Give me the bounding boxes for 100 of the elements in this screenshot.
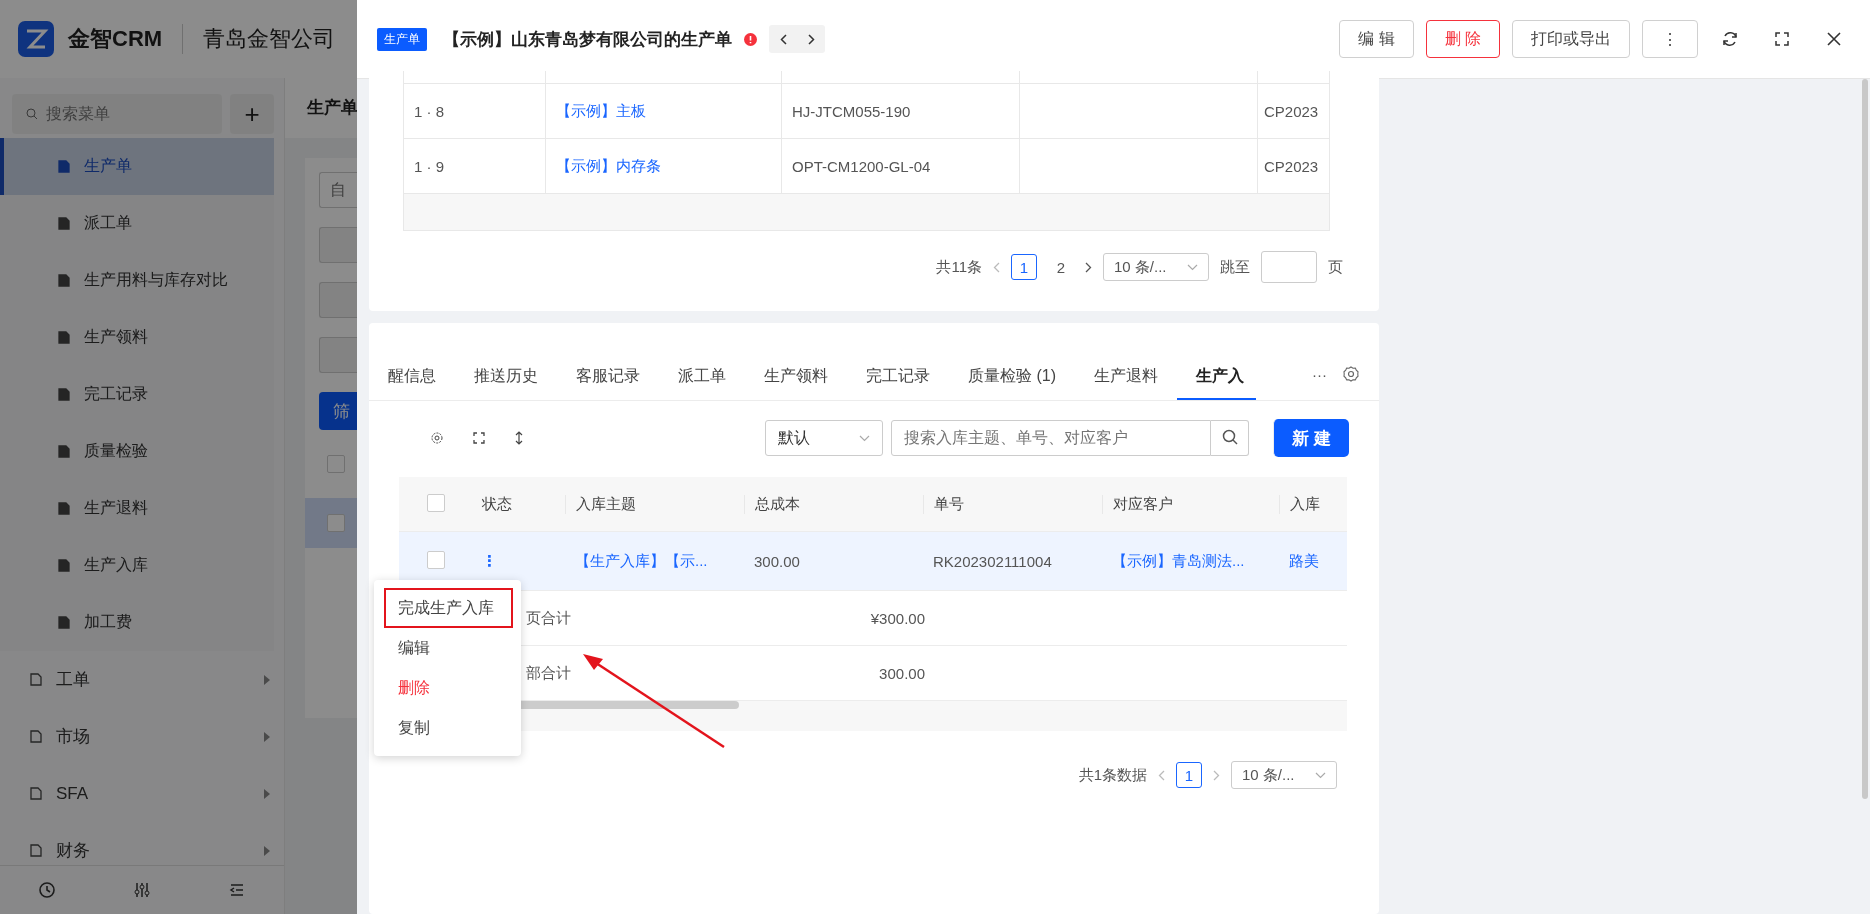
checkbox[interactable] bbox=[427, 493, 445, 512]
table-cell-text: CP2023 bbox=[1263, 101, 1320, 122]
column-header: 单号 bbox=[923, 494, 1102, 514]
page-button[interactable]: 1 bbox=[1011, 254, 1037, 280]
summary-value: 300.00 bbox=[878, 664, 925, 682]
table-cell: OPT-CM1200-GL-04 bbox=[782, 139, 1020, 193]
table-cell: 1 · 9 bbox=[404, 139, 546, 193]
table-cell[interactable]: 【示例】主板 bbox=[546, 84, 782, 138]
drawer-title: 【示例】山东青岛梦有限公司的生产单 bbox=[443, 28, 732, 51]
summary-value: ¥300.00 bbox=[869, 609, 925, 627]
page-jump-field[interactable] bbox=[1261, 251, 1317, 283]
tab[interactable]: 生产入 bbox=[1177, 356, 1256, 400]
page-button[interactable]: 2 bbox=[1048, 254, 1074, 280]
search-icon bbox=[1221, 428, 1238, 445]
action-button[interactable]: 编 辑 bbox=[1339, 20, 1414, 58]
tab[interactable]: 质量检验 (1) bbox=[949, 356, 1075, 400]
chevron-right-icon bbox=[807, 33, 815, 45]
refresh-icon bbox=[1722, 31, 1738, 47]
fullscreen-icon bbox=[1774, 31, 1790, 47]
tab[interactable]: 生产退料 bbox=[1075, 356, 1177, 400]
chevron-down-icon bbox=[859, 434, 870, 442]
document-icon bbox=[58, 388, 70, 401]
table-cell[interactable]: 路美 bbox=[1279, 551, 1327, 571]
close-icon bbox=[1826, 31, 1842, 47]
total-count: 共1条数据 bbox=[1078, 765, 1147, 785]
document-icon bbox=[58, 217, 70, 230]
filter-field[interactable] bbox=[319, 337, 357, 373]
action-button[interactable]: 打印或导出 bbox=[1512, 20, 1630, 58]
caret-icon bbox=[264, 845, 270, 856]
chevron-down-icon bbox=[1315, 771, 1326, 779]
caret-icon bbox=[264, 674, 270, 685]
settings-icon bbox=[1343, 366, 1359, 382]
table-cell[interactable]: 【示例】青岛测法... bbox=[1102, 551, 1279, 571]
page-suffix: 页 bbox=[1328, 257, 1343, 277]
add-button[interactable]: + bbox=[230, 94, 274, 134]
page-button[interactable]: 1 bbox=[1176, 762, 1202, 788]
sliders-icon bbox=[133, 881, 151, 899]
menu-item[interactable]: 生产单 bbox=[0, 138, 274, 195]
menu-item[interactable]: 工单 bbox=[0, 651, 284, 708]
chevron-left-icon bbox=[993, 261, 1000, 273]
total-count: 共11条 bbox=[936, 257, 982, 277]
menu-item[interactable]: 复制 bbox=[374, 708, 521, 748]
menu-item[interactable]: SFA bbox=[0, 765, 284, 822]
menu-item[interactable]: 编辑 bbox=[374, 628, 521, 668]
chevron-right-icon bbox=[1085, 261, 1092, 273]
search-input[interactable]: 搜索菜单 bbox=[44, 104, 198, 124]
menu-item[interactable]: 删除 bbox=[374, 668, 521, 708]
list-row[interactable] bbox=[305, 498, 357, 548]
new-button[interactable]: 新 建 bbox=[1273, 419, 1349, 457]
checkbox[interactable] bbox=[427, 550, 445, 569]
history-icon bbox=[38, 881, 57, 899]
collapse-menu-icon bbox=[227, 881, 246, 899]
scrollbar-thumb[interactable] bbox=[1862, 79, 1868, 799]
tab[interactable]: 完工记录 bbox=[847, 356, 949, 400]
tab[interactable]: 醒信息 bbox=[369, 356, 455, 400]
document-icon bbox=[30, 730, 42, 743]
document-icon bbox=[30, 787, 42, 800]
filter-field[interactable]: 自 bbox=[319, 172, 357, 208]
column-header: 入库主题 bbox=[565, 494, 744, 514]
menu-item[interactable]: 财务 bbox=[0, 822, 284, 865]
more-tabs-button[interactable]: ··· bbox=[1312, 365, 1327, 383]
tab[interactable]: 客服记录 bbox=[557, 356, 659, 400]
tab[interactable]: 生产领料 bbox=[745, 356, 847, 400]
search-button[interactable] bbox=[1211, 420, 1249, 456]
column-header: 状态 bbox=[481, 494, 513, 514]
table-cell-text: CP2023 bbox=[1263, 156, 1320, 177]
fullscreen-icon bbox=[473, 432, 485, 444]
menu-item[interactable]: 市场 bbox=[0, 708, 284, 765]
document-icon bbox=[30, 673, 42, 686]
tab[interactable]: 推送历史 bbox=[455, 356, 557, 400]
tab[interactable]: 派工单 bbox=[659, 356, 745, 400]
table-cell: 1 · 8 bbox=[404, 84, 546, 138]
filter-field[interactable] bbox=[319, 227, 357, 263]
view-select[interactable]: 默认 bbox=[765, 420, 883, 456]
logo-icon bbox=[18, 21, 54, 57]
company-name: 青岛金智公司 bbox=[182, 24, 336, 54]
delete-button[interactable]: 删 除 bbox=[1425, 20, 1500, 58]
search-field[interactable]: 搜索菜单 bbox=[12, 94, 222, 134]
chevron-down-icon bbox=[1187, 263, 1198, 271]
column-header: 入库 bbox=[1279, 494, 1327, 514]
more-button[interactable]: ⋮ bbox=[1642, 20, 1698, 58]
document-icon bbox=[58, 274, 70, 287]
checkbox[interactable] bbox=[327, 455, 345, 473]
row-actions-button[interactable]: ⋮ bbox=[482, 552, 497, 569]
page-size-select[interactable]: 10 条/... bbox=[1103, 253, 1209, 281]
chevron-right-icon bbox=[1213, 769, 1220, 781]
filter-button[interactable]: 筛 bbox=[319, 392, 357, 430]
jump-label: 跳至 bbox=[1220, 257, 1250, 277]
document-icon bbox=[58, 331, 70, 344]
document-icon bbox=[58, 502, 70, 515]
table-cell[interactable]: 【生产入库】【示... bbox=[565, 551, 744, 571]
page-size-select[interactable]: 10 条/... bbox=[1231, 761, 1337, 789]
summary-label: 部合计 bbox=[525, 663, 572, 683]
table-cell: HJ-JTCM055-190 bbox=[782, 84, 1020, 138]
table-cell[interactable]: 【示例】内存条 bbox=[546, 139, 782, 193]
chevron-left-icon bbox=[1158, 769, 1165, 781]
filter-field[interactable] bbox=[319, 282, 357, 318]
checkbox[interactable] bbox=[327, 514, 345, 532]
search-field[interactable]: 搜索入库主题、单号、对应客户 bbox=[891, 420, 1211, 456]
row-height-icon bbox=[515, 431, 523, 445]
